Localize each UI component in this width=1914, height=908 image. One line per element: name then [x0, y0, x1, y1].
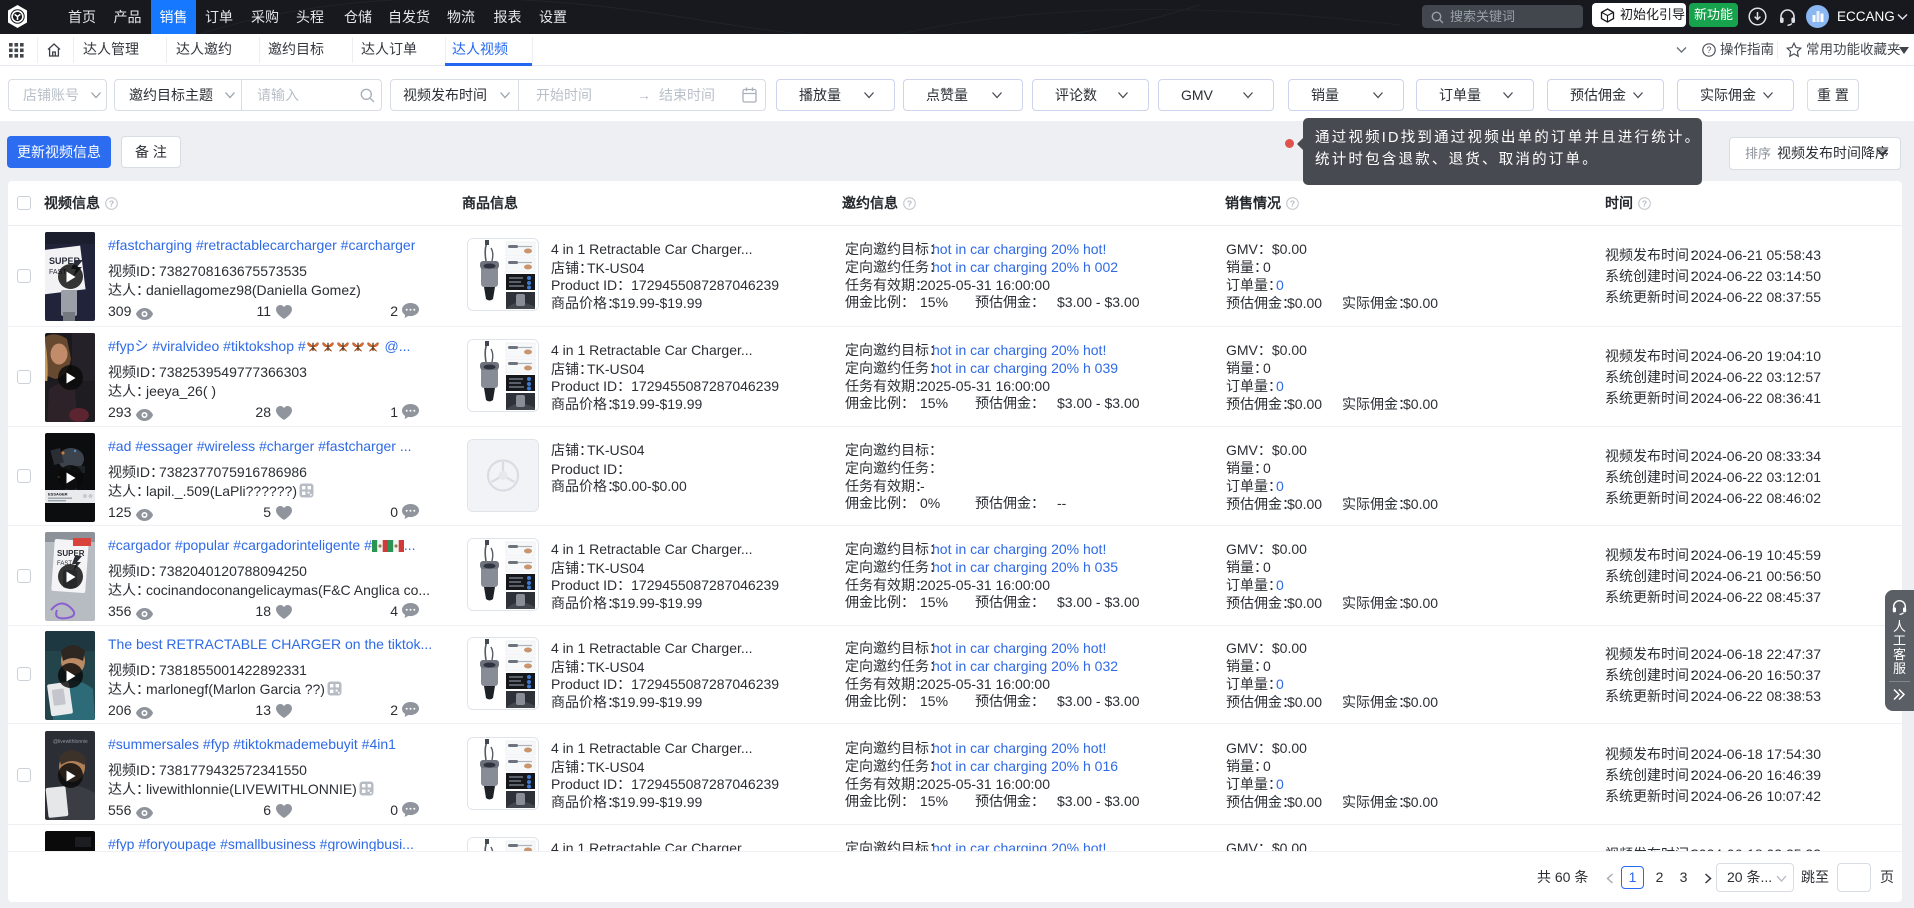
svg-text:?: ?	[1706, 45, 1711, 55]
svg-text:?: ?	[907, 198, 912, 208]
svg-text:@livewithlonnie: @livewithlonnie	[53, 739, 88, 745]
svg-text:?: ?	[1642, 198, 1647, 208]
svg-text:?: ?	[109, 198, 114, 208]
svg-text:ESSAGER: ESSAGER	[48, 492, 68, 497]
svg-text:?: ?	[1290, 198, 1295, 208]
